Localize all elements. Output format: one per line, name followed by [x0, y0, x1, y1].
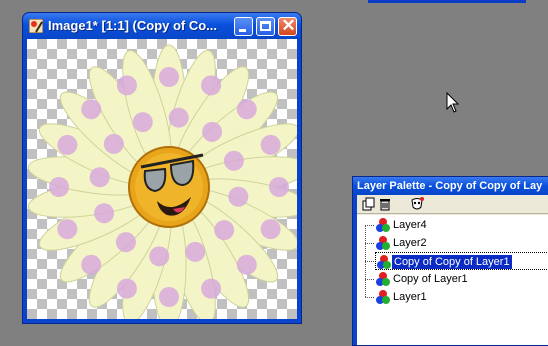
image-window-titlebar[interactable]: Image1* [1:1] (Copy of Co... ✕ — [23, 13, 301, 39]
layer-color-icon — [375, 235, 391, 251]
petal-spot — [115, 232, 136, 253]
tree-connector-tick — [365, 243, 374, 245]
image-canvas[interactable] — [27, 39, 297, 319]
layer-color-icon — [376, 254, 392, 270]
petal-spot — [201, 278, 222, 299]
petal-spot — [260, 134, 281, 155]
layer-row[interactable]: Copy of Layer1 — [375, 270, 548, 288]
layer-toolbar — [357, 195, 548, 214]
layer-label: Layer4 — [393, 219, 427, 231]
layer-color-icon — [375, 271, 391, 287]
minimize-icon — [239, 29, 246, 32]
background-window-edge — [368, 0, 526, 3]
petal-spot — [89, 167, 110, 188]
petal-spot — [103, 133, 124, 154]
petal-spot — [201, 75, 222, 96]
mask-icon[interactable] — [410, 197, 424, 211]
petal-spot — [49, 177, 69, 197]
layer-list[interactable]: Layer4 Layer2 Copy of Copy of Layer1 Copy o… — [357, 215, 548, 345]
new-layer-icon[interactable] — [362, 197, 376, 211]
image-window[interactable]: Image1* [1:1] (Copy of Co... ✕ — [22, 12, 302, 324]
layer-palette[interactable]: Layer Palette - Copy of Copy of Lay Laye… — [352, 176, 548, 346]
layer-palette-titlebar[interactable]: Layer Palette - Copy of Copy of Lay — [353, 177, 548, 195]
close-icon: ✕ — [281, 16, 296, 35]
mouse-cursor-icon — [446, 92, 460, 113]
layer-palette-body: Layer4 Layer2 Copy of Copy of Layer1 Copy o… — [357, 195, 548, 345]
petal-spot — [260, 219, 281, 240]
layer-label: Copy of Layer1 — [393, 273, 468, 285]
tree-connector-tick — [365, 279, 374, 281]
petal-spot — [132, 112, 153, 133]
petal-spot — [185, 241, 206, 262]
layer-label: Layer1 — [393, 291, 427, 303]
close-button[interactable]: ✕ — [278, 16, 297, 36]
petal-spot — [223, 150, 244, 171]
petal-spot — [57, 134, 78, 155]
tree-connector-tick — [365, 261, 374, 263]
petal-spot — [116, 278, 137, 299]
petal-spot — [236, 254, 257, 275]
paint-app-icon — [29, 19, 43, 33]
layer-color-icon — [375, 289, 391, 305]
tree-connector-tick — [365, 297, 374, 299]
minimize-button[interactable] — [234, 17, 253, 36]
petal-spot — [149, 246, 170, 267]
petal-spot — [159, 287, 179, 307]
petal-spot — [57, 219, 78, 240]
petal-spot — [269, 177, 289, 197]
layer-row[interactable]: Layer2 — [375, 234, 548, 252]
image-window-title: Image1* [1:1] (Copy of Co... — [48, 18, 218, 33]
petal-spot — [81, 254, 102, 275]
tree-connector-tick — [365, 225, 374, 227]
layer-label: Copy of Copy of Layer1 — [392, 255, 512, 269]
layer-row[interactable]: Layer1 — [375, 288, 548, 306]
daisy-smiley-image — [27, 44, 297, 319]
petal-spot — [228, 186, 249, 207]
petal-spot — [94, 203, 115, 224]
layer-row[interactable]: Layer4 — [375, 216, 548, 234]
petal-spot — [236, 99, 257, 120]
petal-spot — [202, 121, 223, 142]
petal-spot — [214, 220, 235, 241]
maximize-icon — [260, 21, 271, 31]
smiley-face — [128, 146, 210, 228]
layer-palette-title: Layer Palette - Copy of Copy of Lay — [357, 180, 543, 192]
petal-spot — [159, 67, 179, 87]
maximize-button[interactable] — [256, 17, 275, 36]
layer-row-selected[interactable]: Copy of Copy of Layer1 — [375, 252, 548, 270]
petal-spot — [116, 75, 137, 96]
layer-color-icon — [375, 217, 391, 233]
petal-spot — [81, 99, 102, 120]
layer-label: Layer2 — [393, 237, 427, 249]
delete-layer-icon[interactable] — [378, 197, 392, 211]
petal-spot — [168, 107, 189, 128]
